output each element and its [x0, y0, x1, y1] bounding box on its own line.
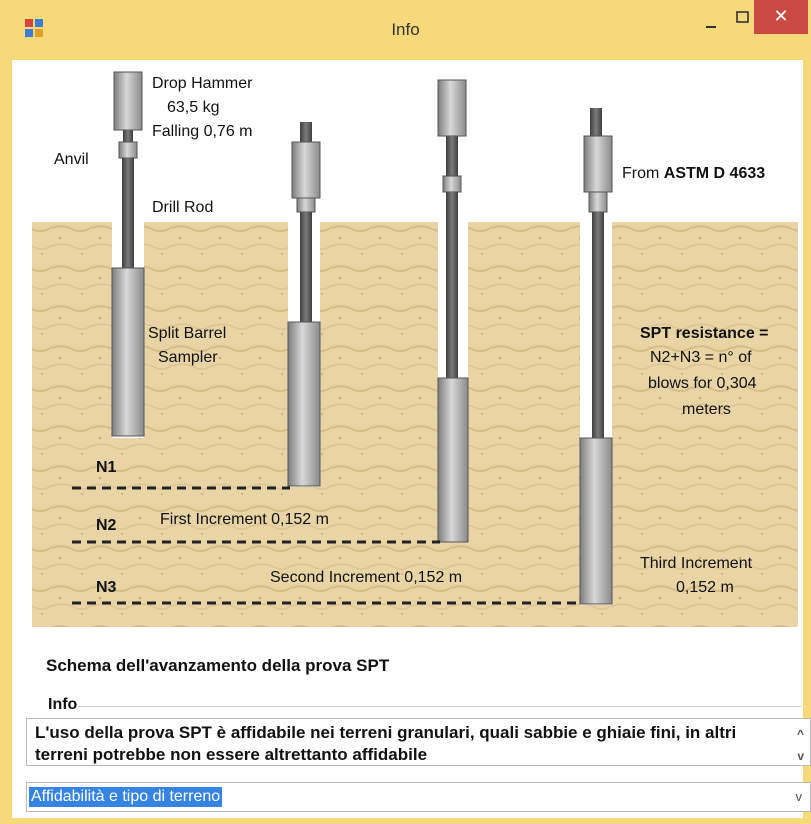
label-n1: N1: [96, 459, 117, 476]
close-button[interactable]: ✕: [754, 0, 808, 34]
maximize-button[interactable]: [730, 6, 756, 30]
label-falling: Falling 0,76 m: [152, 123, 253, 140]
label-first-increment: First Increment 0,152 m: [160, 511, 329, 528]
info-group-divider: [78, 706, 801, 707]
title-bar[interactable]: Info ✕: [0, 0, 811, 60]
label-sampler: Sampler: [158, 349, 218, 366]
topic-select-value: Affidabilità e tipo di terreno: [29, 787, 223, 807]
info-window: Info ✕ Drop Hammer 63,5 kg Falling 0,76 …: [0, 0, 811, 824]
label-spt-meters: meters: [682, 401, 731, 418]
window-title: Info: [391, 20, 420, 39]
label-anvil: Anvil: [54, 151, 89, 168]
label-n2: N2: [96, 517, 117, 534]
borehole-third-increment: [579, 108, 613, 605]
minimize-button[interactable]: [698, 12, 724, 36]
label-drop-hammer: Drop Hammer: [152, 75, 253, 92]
spt-diagram: Drop Hammer 63,5 kg Falling 0,76 m Anvil…: [32, 71, 798, 627]
label-n3: N3: [96, 579, 117, 596]
close-icon: ✕: [773, 6, 789, 26]
label-second-increment: Second Increment 0,152 m: [270, 569, 462, 586]
label-source-prefix: From: [622, 165, 664, 182]
borehole-second-increment: [437, 79, 469, 543]
label-spt-formula: N2+N3 = n° of: [650, 349, 752, 366]
scroll-up-icon[interactable]: ^: [797, 723, 804, 745]
label-third-increment: Third Increment: [640, 555, 753, 572]
label-source-standard: ASTM D 4633: [664, 165, 765, 182]
label-drill-rod: Drill Rod: [152, 199, 213, 216]
borehole-initial: [111, 71, 145, 437]
diagram-caption: Schema dell'avanzamento della prova SPT: [46, 656, 390, 675]
label-third-increment-length: 0,152 m: [676, 579, 734, 596]
info-group-label: Info: [48, 696, 78, 713]
label-spt-resistance: SPT resistance =: [640, 325, 769, 342]
label-spt-blows: blows for 0,304: [648, 375, 757, 392]
info-text: L'uso della prova SPT è affidabile nei t…: [35, 723, 737, 764]
scroll-down-icon[interactable]: v: [797, 745, 804, 765]
topic-select[interactable]: Affidabilità e tipo di terreno v: [26, 782, 811, 812]
label-source: From ASTM D 4633: [622, 165, 765, 182]
window-content: Drop Hammer 63,5 kg Falling 0,76 m Anvil…: [12, 60, 811, 818]
info-textarea[interactable]: L'uso della prova SPT è affidabile nei t…: [26, 718, 811, 766]
label-mass: 63,5 kg: [167, 99, 219, 116]
chevron-down-icon[interactable]: v: [796, 789, 803, 804]
borehole-first-increment: [287, 122, 321, 487]
label-split-barrel: Split Barrel: [148, 325, 226, 342]
